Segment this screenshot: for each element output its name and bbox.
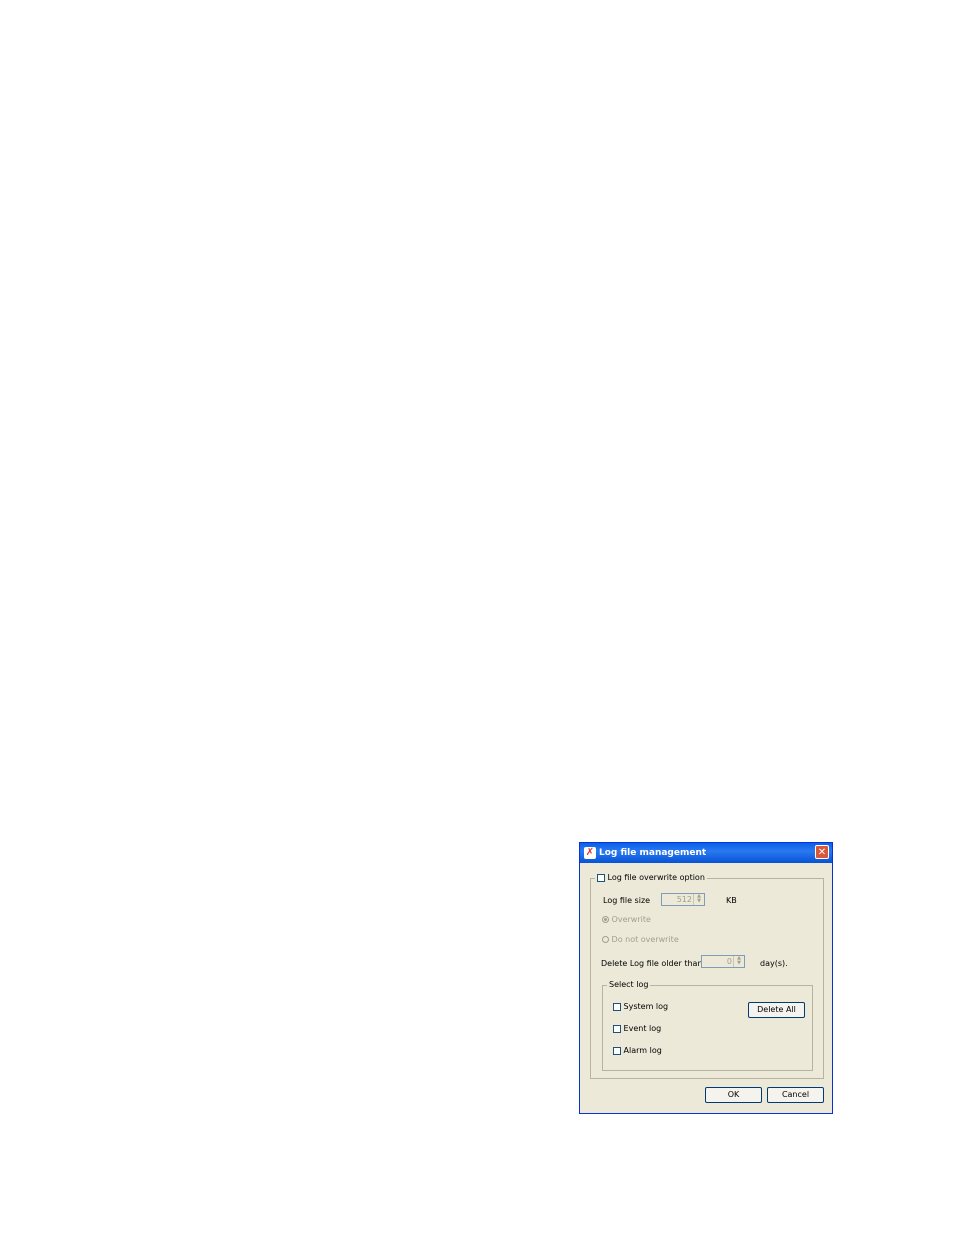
spin-arrows-icon[interactable]: ▲ ▼ xyxy=(693,894,704,905)
overwrite-radio[interactable]: Overwrite xyxy=(602,915,651,924)
log-file-size-value: 512 xyxy=(676,895,692,904)
dialog-title: Log file management xyxy=(599,848,707,858)
select-log-legend: Select log xyxy=(607,980,651,989)
event-log-checkbox-row[interactable]: Event log xyxy=(613,1024,661,1033)
app-icon: ✗ xyxy=(584,847,596,859)
do-not-overwrite-radio-icon xyxy=(602,936,609,943)
overwrite-radio-label: Overwrite xyxy=(611,915,651,924)
system-log-checkbox[interactable] xyxy=(613,1002,621,1011)
log-file-size-stepper[interactable]: 512 ▲ ▼ xyxy=(661,893,705,906)
event-log-checkbox[interactable] xyxy=(613,1024,621,1033)
delete-older-days-value: 0 xyxy=(726,957,732,966)
log-file-management-dialog: ✗ Log file management ✕ Log file overwri… xyxy=(579,842,833,1114)
overwrite-radio-icon xyxy=(602,916,609,923)
delete-older-days-stepper[interactable]: 0 ▲ ▼ xyxy=(701,955,745,968)
do-not-overwrite-radio-label: Do not overwrite xyxy=(611,935,679,944)
system-log-label: System log xyxy=(623,1002,669,1011)
system-log-checkbox-row[interactable]: System log xyxy=(613,1002,668,1011)
log-file-size-unit: KB xyxy=(726,896,737,905)
overwrite-option-checkbox[interactable] xyxy=(597,873,605,882)
event-log-label: Event log xyxy=(623,1024,662,1033)
delete-older-label: Delete Log file older than xyxy=(601,959,703,968)
log-file-size-label: Log file size xyxy=(603,896,651,905)
do-not-overwrite-radio[interactable]: Do not overwrite xyxy=(602,935,679,944)
ok-button[interactable]: OK xyxy=(705,1087,762,1103)
alarm-log-checkbox[interactable] xyxy=(613,1046,621,1055)
delete-all-button[interactable]: Delete All xyxy=(748,1002,805,1018)
delete-older-unit: day(s). xyxy=(760,959,788,968)
overwrite-option-label: Log file overwrite option xyxy=(607,873,705,882)
close-icon: ✕ xyxy=(817,847,827,858)
alarm-log-label: Alarm log xyxy=(623,1046,662,1055)
overwrite-option-legend[interactable]: Log file overwrite option xyxy=(595,873,707,882)
close-button[interactable]: ✕ xyxy=(815,845,829,859)
spin-arrows-icon[interactable]: ▲ ▼ xyxy=(733,956,744,967)
cancel-button[interactable]: Cancel xyxy=(767,1087,824,1103)
alarm-log-checkbox-row[interactable]: Alarm log xyxy=(613,1046,662,1055)
title-bar[interactable]: ✗ Log file management ✕ xyxy=(580,843,832,863)
